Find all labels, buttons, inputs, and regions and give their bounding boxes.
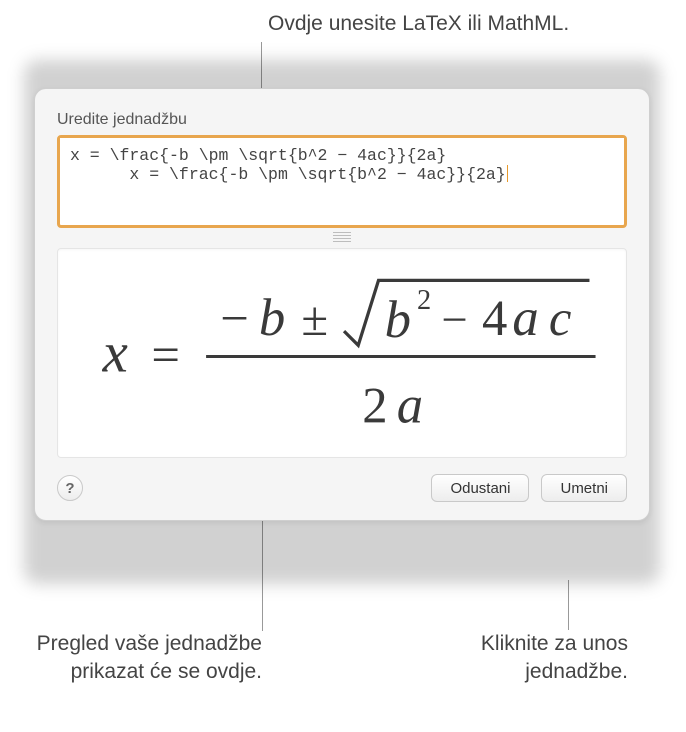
svg-text:4: 4: [482, 290, 507, 346]
dialog-footer: ? Odustani Umetni: [57, 474, 627, 502]
svg-text:2: 2: [417, 284, 431, 315]
svg-text:−: −: [220, 290, 249, 346]
svg-text:c: c: [549, 290, 572, 346]
equation-editor-dialog: Uredite jednadžbu x = \frac{-b \pm \sqrt…: [34, 88, 650, 521]
help-icon: ?: [65, 480, 74, 497]
input-label: Uredite jednadžbu: [57, 111, 627, 129]
equation-preview: x = − b ± b 2 − 4 a c 2 a: [57, 248, 627, 458]
equation-input[interactable]: [60, 138, 624, 220]
resize-grip-icon[interactable]: [333, 232, 351, 242]
help-button[interactable]: ?: [57, 475, 83, 501]
equation-input-wrap[interactable]: x = \frac{-b \pm \sqrt{b^2 − 4ac}}{2a}: [57, 135, 627, 228]
svg-text:=: =: [151, 326, 180, 382]
svg-text:±: ±: [301, 292, 328, 346]
svg-text:a: a: [512, 289, 538, 347]
svg-text:x: x: [102, 321, 128, 384]
svg-text:2: 2: [362, 377, 387, 433]
callout-preview: Pregled vaše jednadžbe prikazat će se ov…: [12, 630, 262, 686]
svg-text:−: −: [441, 294, 467, 346]
callout-insert: Kliknite za unos jednadžbe.: [428, 630, 628, 686]
callout-top: Ovdje unesite LaTeX ili MathML.: [268, 12, 569, 36]
svg-text:b: b: [259, 289, 285, 347]
rendered-equation-icon: x = − b ± b 2 − 4 a c 2 a: [58, 252, 626, 455]
svg-text:b: b: [385, 291, 411, 349]
svg-text:a: a: [397, 376, 423, 434]
insert-button[interactable]: Umetni: [541, 474, 627, 502]
callout-leader: [568, 580, 569, 630]
cancel-button[interactable]: Odustani: [431, 474, 529, 502]
